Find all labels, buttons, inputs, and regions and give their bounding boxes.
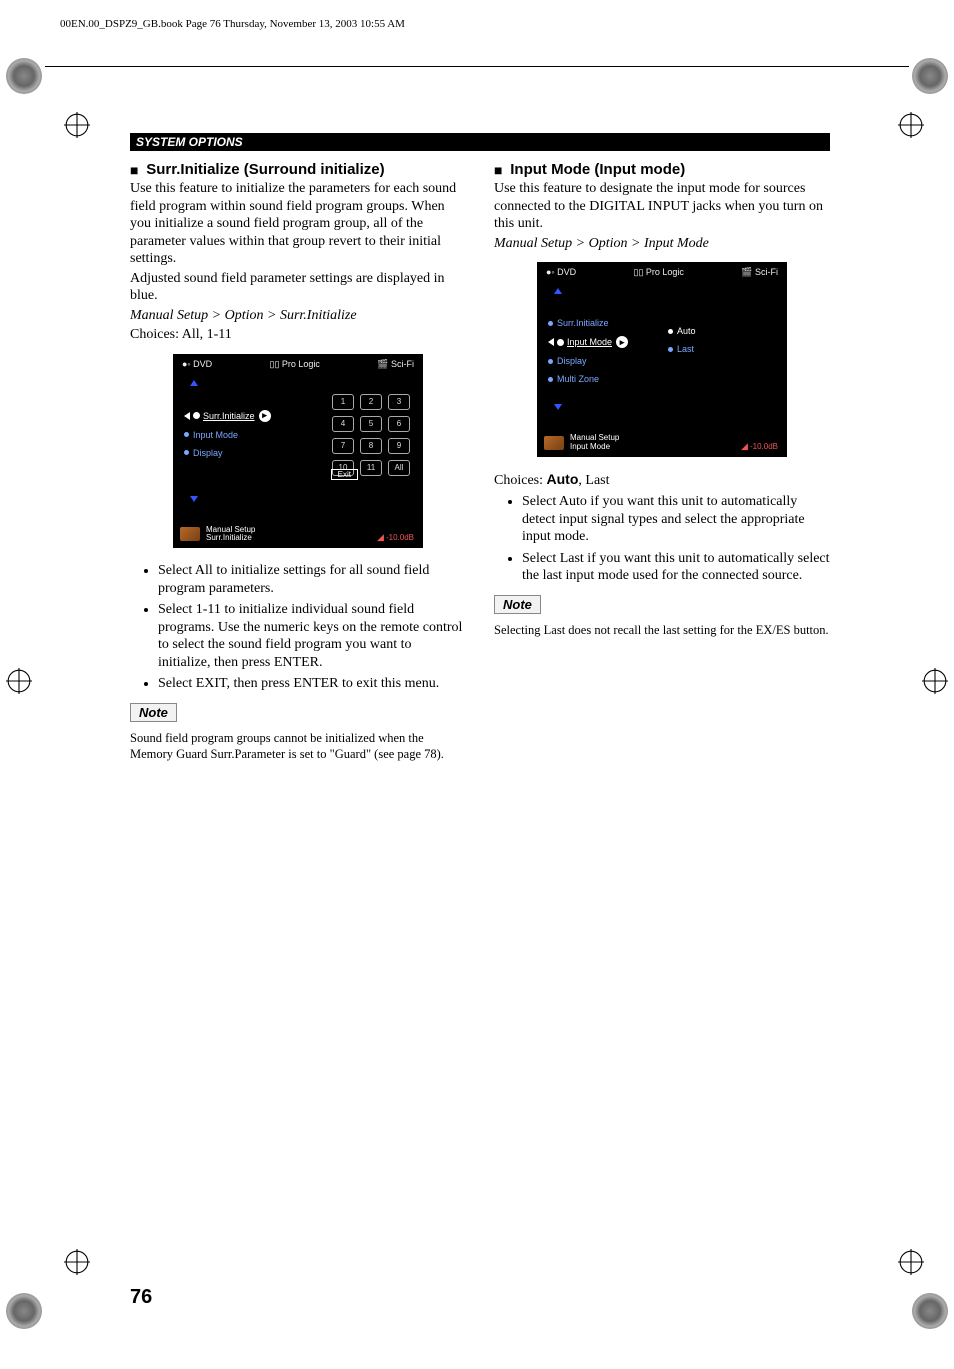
osd-screenshot-surr-initialize: ●◦ DVD ▯▯ Pro Logic 🎬 Sci-Fi Surr.Initia…	[173, 354, 423, 549]
osd-key: 1	[332, 394, 354, 410]
osd-footer-icon	[544, 436, 564, 450]
left-arrow-icon	[184, 412, 190, 420]
osd-key: 5	[360, 416, 382, 432]
list-item: Select Last if you want this unit to aut…	[522, 550, 830, 585]
right-breadcrumb: Manual Setup > Option > Input Mode	[494, 235, 830, 253]
osd-volume-db: ◢-10.0dB	[741, 441, 778, 452]
document-header: 00EN.00_DSPZ9_GB.book Page 76 Thursday, …	[60, 18, 954, 30]
osd-option: Auto	[677, 326, 696, 336]
up-arrow-icon	[190, 380, 198, 386]
page-number: 76	[130, 1286, 152, 1309]
osd-menu-list: Surr.Initialize ▸ Input Mode Display	[184, 402, 271, 466]
osd-menu-item: Input Mode	[567, 337, 612, 347]
divider	[45, 66, 909, 67]
registration-mark-icon	[922, 668, 948, 694]
osd-footer-text: Manual Setup Input Mode	[570, 434, 619, 452]
crop-mark	[6, 1293, 42, 1329]
crop-mark	[6, 58, 42, 94]
left-arrow-icon	[548, 338, 554, 346]
osd-menu-item: Surr.Initialize	[203, 411, 255, 421]
right-heading-text: Input Mode (Input mode)	[510, 161, 685, 178]
crop-mark	[912, 1293, 948, 1329]
osd-menu-item: Input Mode	[193, 430, 238, 440]
osd-key: 7	[332, 438, 354, 454]
osd-source: ●◦ DVD	[546, 267, 576, 278]
up-arrow-icon	[554, 288, 562, 294]
down-arrow-icon	[190, 496, 198, 502]
osd-key: 2	[360, 394, 382, 410]
left-breadcrumb: Manual Setup > Option > Surr.Initialize	[130, 307, 466, 325]
note-label: Note	[130, 703, 177, 722]
osd-footer-text: Manual Setup Surr.Initialize	[206, 526, 255, 544]
osd-key: 3	[388, 394, 410, 410]
osd-menu-item: Display	[557, 356, 587, 366]
right-bullet-list: Select Auto if you want this unit to aut…	[494, 493, 830, 585]
osd-exit-button: Exit	[331, 469, 358, 480]
list-item: Select 1-11 to initialize individual sou…	[158, 601, 466, 671]
left-heading-text: Surr.Initialize (Surround initialize)	[146, 161, 384, 178]
osd-footer-icon	[180, 527, 200, 541]
list-item: Select Auto if you want this unit to aut…	[522, 493, 830, 546]
crop-mark	[912, 58, 948, 94]
section-header-bar: SYSTEM OPTIONS	[130, 133, 830, 151]
osd-menu-item: Display	[193, 448, 223, 458]
note-label: Note	[494, 595, 541, 614]
osd-key: All	[388, 460, 410, 476]
osd-keypad: 1 2 3 4 5 6 7 8 9 10 11 All	[332, 394, 410, 476]
registration-mark-icon	[898, 112, 924, 138]
left-bullet-list: Select All to initialize settings for al…	[130, 562, 466, 693]
osd-key: 9	[388, 438, 410, 454]
registration-mark-icon	[64, 112, 90, 138]
osd-menu-list: Surr.Initialize Input Mode ▸ Display Mult…	[548, 310, 628, 392]
osd-menu-item: Surr.Initialize	[557, 318, 609, 328]
osd-screenshot-input-mode: ●◦ DVD ▯▯ Pro Logic 🎬 Sci-Fi Surr.Initia…	[537, 262, 787, 457]
osd-source: ●◦ DVD	[182, 359, 212, 370]
osd-key: 11	[360, 460, 382, 476]
left-paragraph-1: Use this feature to initialize the param…	[130, 180, 466, 268]
osd-program: 🎬 Sci-Fi	[741, 267, 778, 278]
right-choices: Choices: Auto, Last	[494, 471, 830, 490]
left-heading: ■ Surr.Initialize (Surround initialize)	[130, 161, 466, 178]
right-column: ■ Input Mode (Input mode) Use this featu…	[494, 157, 830, 775]
osd-option: Last	[677, 344, 694, 354]
down-arrow-icon	[554, 404, 562, 410]
right-arrow-icon: ▸	[616, 336, 628, 348]
right-heading: ■ Input Mode (Input mode)	[494, 161, 830, 178]
list-item: Select EXIT, then press ENTER to exit th…	[158, 675, 466, 693]
right-arrow-icon: ▸	[259, 410, 271, 422]
osd-menu-item: Multi Zone	[557, 374, 599, 384]
square-bullet-icon: ■	[494, 162, 510, 178]
registration-mark-icon	[64, 1249, 90, 1275]
osd-decoder: ▯▯ Pro Logic	[270, 359, 320, 370]
osd-volume-db: ◢-10.0dB	[377, 532, 414, 543]
osd-program: 🎬 Sci-Fi	[377, 359, 414, 370]
osd-key: 8	[360, 438, 382, 454]
registration-mark-icon	[898, 1249, 924, 1275]
right-note-text: Selecting Last does not recall the last …	[494, 622, 830, 638]
left-paragraph-2: Adjusted sound field parameter settings …	[130, 270, 466, 305]
square-bullet-icon: ■	[130, 162, 146, 178]
osd-decoder: ▯▯ Pro Logic	[634, 267, 684, 278]
right-paragraph-1: Use this feature to designate the input …	[494, 180, 830, 233]
osd-options-list: Auto Last	[668, 318, 696, 362]
left-choices: Choices: All, 1-11	[130, 326, 466, 344]
registration-mark-icon	[6, 668, 32, 694]
list-item: Select All to initialize settings for al…	[158, 562, 466, 597]
left-column: ■ Surr.Initialize (Surround initialize) …	[130, 157, 466, 775]
section-title: SYSTEM OPTIONS	[130, 133, 249, 151]
osd-key: 4	[332, 416, 354, 432]
left-note-text: Sound field program groups cannot be ini…	[130, 730, 466, 763]
osd-key: 6	[388, 416, 410, 432]
